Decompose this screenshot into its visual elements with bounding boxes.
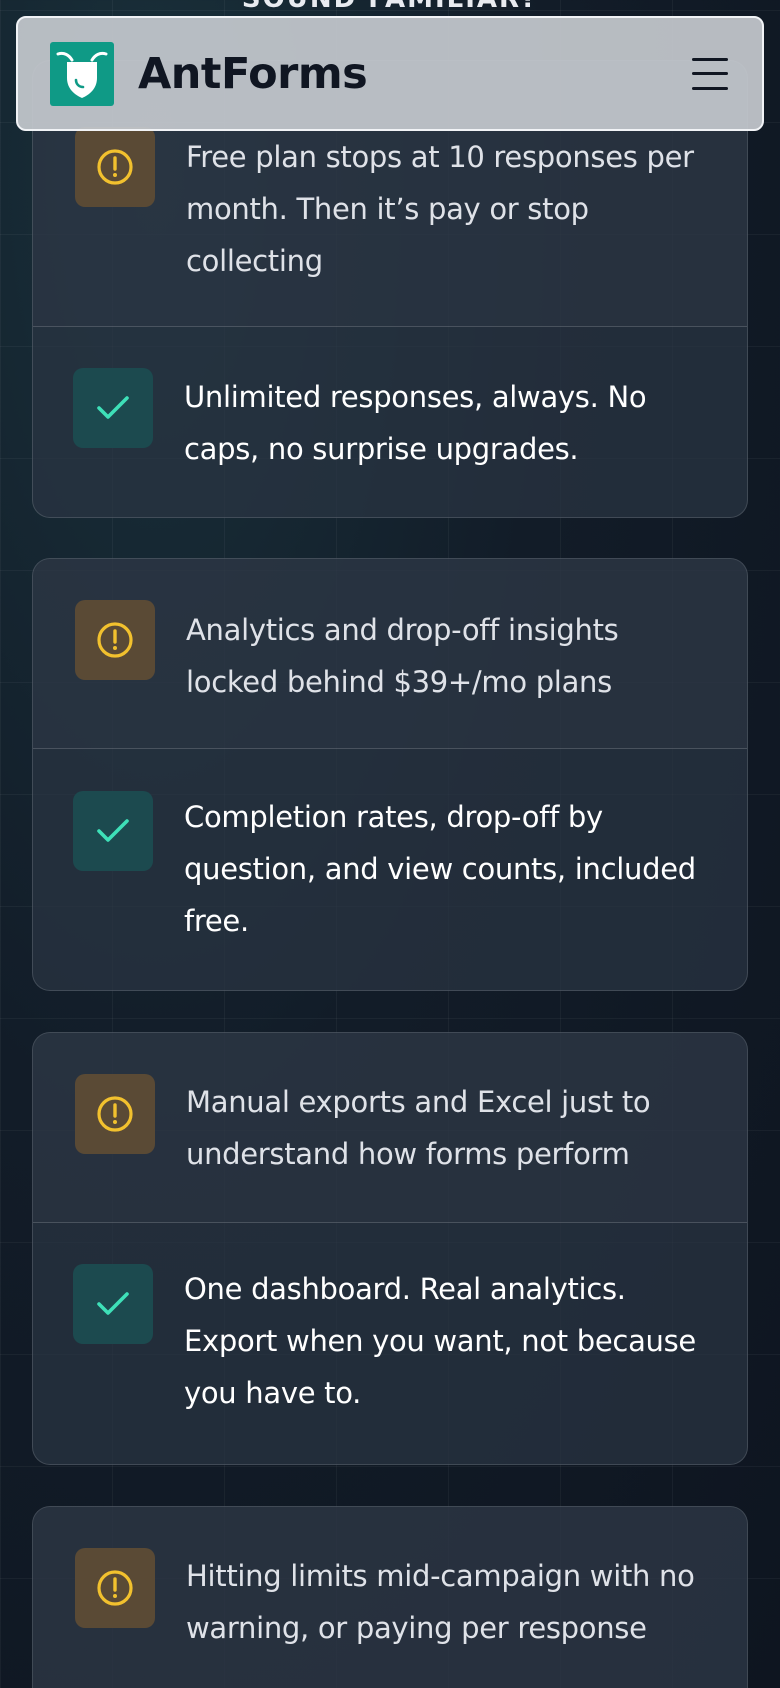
problem-text: Hitting limits mid-campaign with no warn…: [186, 1559, 695, 1645]
solution-row: One dashboard. Real analytics. Export wh…: [33, 1223, 747, 1464]
alert-circle-icon: [75, 127, 155, 207]
check-icon: [73, 368, 153, 448]
menu-bar: [692, 72, 728, 75]
hamburger-menu-icon[interactable]: [690, 54, 730, 94]
alert-circle-icon: [75, 1074, 155, 1154]
top-navbar: AntForms: [16, 16, 764, 131]
comparison-card: Hitting limits mid-campaign with no warn…: [32, 1506, 748, 1688]
menu-bar: [692, 57, 728, 61]
alert-circle-icon: [75, 600, 155, 680]
problem-row: Manual exports and Excel just to underst…: [33, 1033, 747, 1223]
problem-text: Free plan stops at 10 responses per mont…: [186, 140, 694, 278]
problem-row: Analytics and drop-off insights locked b…: [33, 559, 747, 749]
section-heading: SOUND FAMILIAR?: [0, 0, 780, 14]
comparison-card: Analytics and drop-off insights locked b…: [32, 558, 748, 991]
problem-row: Hitting limits mid-campaign with no warn…: [33, 1507, 747, 1688]
problem-text: Analytics and drop-off insights locked b…: [186, 613, 619, 699]
solution-text: One dashboard. Real analytics. Export wh…: [184, 1272, 696, 1410]
brand-name[interactable]: AntForms: [138, 49, 368, 99]
alert-circle-icon: [75, 1548, 155, 1628]
ant-shield-logo-icon[interactable]: [50, 41, 114, 106]
comparison-card: Manual exports and Excel just to underst…: [32, 1032, 748, 1465]
check-icon: [73, 791, 153, 871]
check-icon: [73, 1264, 153, 1344]
solution-text: Unlimited responses, always. No caps, no…: [184, 380, 647, 466]
menu-bar: [692, 86, 728, 90]
solution-row: Completion rates, drop-off by question, …: [33, 749, 747, 990]
problem-text: Manual exports and Excel just to underst…: [186, 1085, 651, 1171]
solution-text: Completion rates, drop-off by question, …: [184, 800, 696, 938]
solution-row: Unlimited responses, always. No caps, no…: [33, 327, 747, 517]
